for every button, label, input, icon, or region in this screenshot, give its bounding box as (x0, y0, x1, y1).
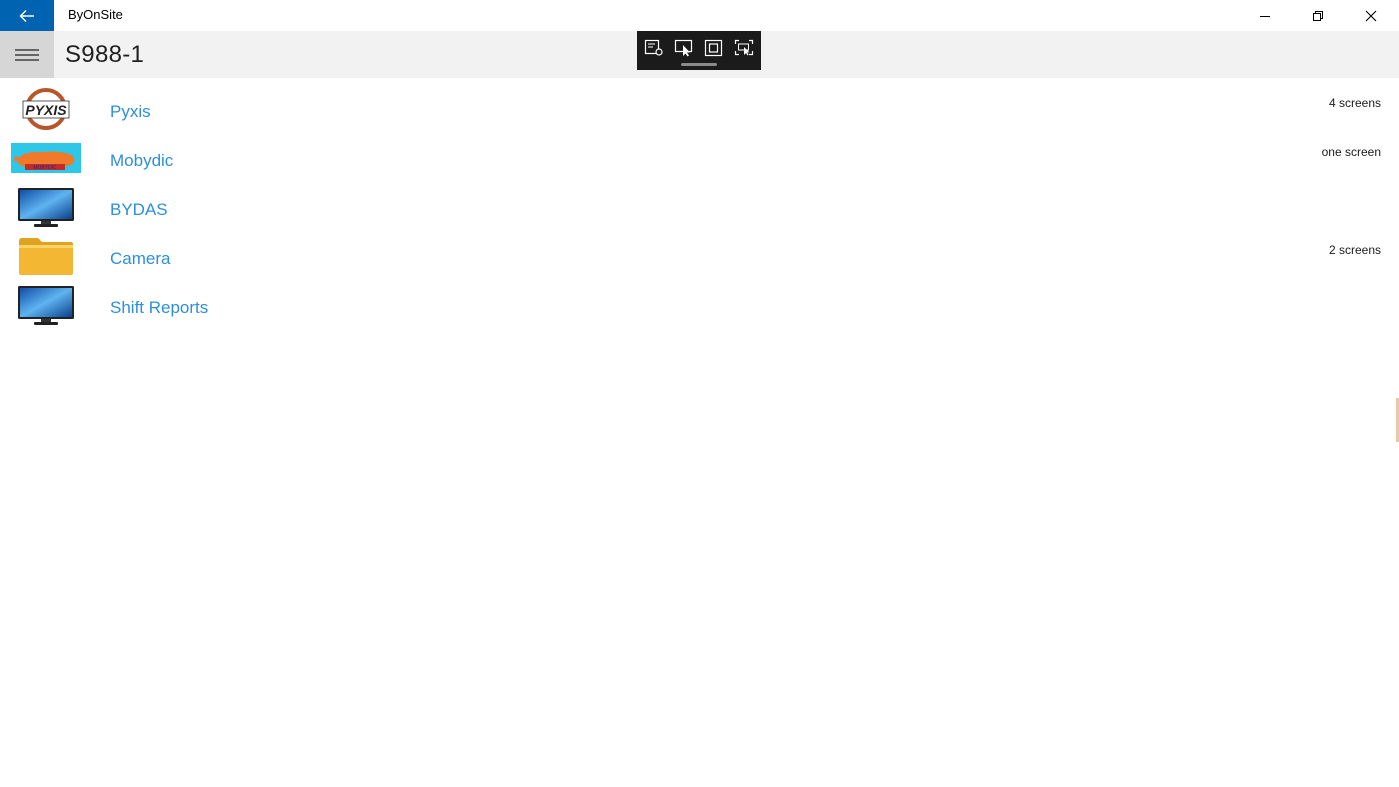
list-item-camera[interactable]: Camera 2 screens (0, 233, 1399, 282)
item-label[interactable]: BYDAS (110, 200, 168, 220)
item-screen-count: one screen (1321, 145, 1381, 159)
display-layout-adorners-icon (704, 39, 723, 57)
title-bar: ByOnSite (0, 0, 1399, 31)
item-label[interactable]: Camera (110, 249, 170, 269)
monitor-icon (10, 282, 82, 328)
svg-text:PYXIS: PYXIS (25, 102, 67, 118)
track-focused-element-icon (734, 39, 754, 56)
select-element-button[interactable] (673, 38, 695, 58)
minimize-icon (1260, 15, 1270, 17)
list-item-bydas[interactable]: BYDAS (0, 184, 1399, 233)
folder-icon (10, 233, 82, 279)
layout-adorners-button[interactable] (703, 38, 725, 58)
restore-button[interactable] (1295, 0, 1341, 31)
pyxis-logo-icon: PYXIS (10, 86, 82, 132)
list-item-shift-reports[interactable]: Shift Reports (0, 282, 1399, 331)
item-label[interactable]: Pyxis (110, 102, 151, 122)
minimize-button[interactable] (1242, 0, 1288, 31)
restore-icon (1313, 10, 1323, 21)
app-title: ByOnSite (68, 7, 123, 22)
list-item-mobydic[interactable]: MOBYDIC Mobydic one screen (0, 135, 1399, 184)
live-visual-tree-button[interactable] (643, 38, 665, 58)
item-screen-count: 2 screens (1328, 243, 1381, 257)
mobydic-whale-icon: MOBYDIC (10, 135, 82, 181)
debug-toolbar (637, 31, 761, 70)
item-label[interactable]: Mobydic (110, 151, 173, 171)
item-label[interactable]: Shift Reports (110, 298, 208, 318)
hamburger-button[interactable] (0, 31, 54, 78)
hamburger-icon (15, 48, 39, 61)
toolbar-grip[interactable] (681, 63, 717, 66)
close-button[interactable] (1348, 0, 1394, 31)
monitor-icon (10, 184, 82, 230)
item-screen-count: 4 screens (1328, 96, 1381, 110)
live-visual-tree-icon (644, 39, 663, 56)
back-button[interactable] (0, 0, 54, 31)
page-title: S988-1 (65, 41, 145, 68)
list-item-pyxis[interactable]: PYXIS Pyxis 4 screens (0, 86, 1399, 135)
svg-text:MOBYDIC: MOBYDIC (33, 165, 57, 171)
close-icon (1365, 10, 1377, 21)
arrow-left-icon (19, 9, 34, 22)
select-element-icon (674, 39, 693, 57)
track-focus-button[interactable] (733, 38, 755, 58)
